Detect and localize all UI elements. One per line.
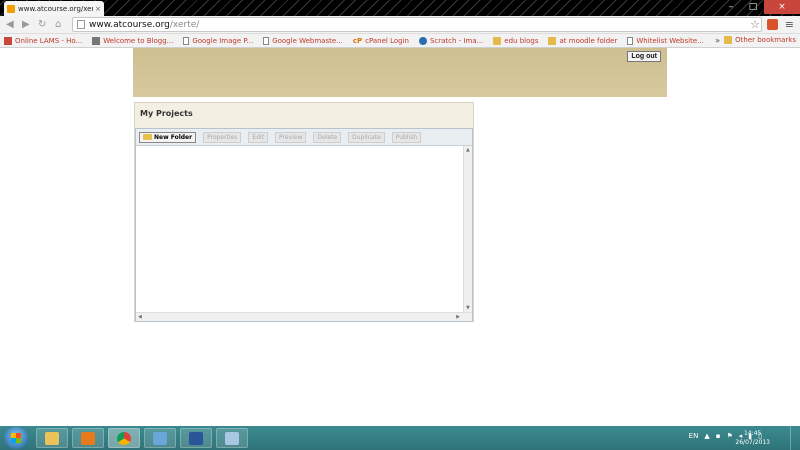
- new-folder-label: New Folder: [154, 133, 193, 141]
- other-bookmarks[interactable]: Other bookmarks: [724, 36, 796, 44]
- edit-button[interactable]: Edit: [248, 131, 269, 143]
- vertical-scrollbar[interactable]: ▲ ▼: [463, 146, 472, 312]
- window-controls: – □ ×: [720, 0, 800, 16]
- bookmark-label: edu blogs: [504, 36, 539, 45]
- browser-tab[interactable]: www.atcourse.org/xerte/ ×: [4, 1, 104, 16]
- page-header-band: Log out: [133, 48, 667, 97]
- computer-icon: [153, 432, 167, 445]
- home-icon[interactable]: ⌂: [55, 19, 61, 30]
- page-icon: [183, 36, 190, 45]
- scratch-icon: [418, 36, 427, 45]
- properties-button[interactable]: Properties: [203, 131, 242, 143]
- horizontal-scrollbar[interactable]: ◀ ▶: [136, 312, 472, 321]
- folder-icon: [493, 36, 502, 45]
- taskbar-explorer[interactable]: [36, 428, 68, 448]
- maximize-icon[interactable]: □: [742, 0, 764, 14]
- minimize-icon[interactable]: –: [720, 0, 742, 14]
- bookmark-folder[interactable]: at moodle folder: [548, 36, 618, 45]
- url-host: www.atcourse.org: [89, 19, 170, 30]
- bookmarks-bar: Online LAMS - Ho... Welcome to Blogg... …: [0, 34, 800, 48]
- taskbar-chrome[interactable]: [108, 428, 140, 448]
- bookmark-label: cPanel Login: [365, 36, 409, 45]
- tray-app-icon[interactable]: ▪: [716, 432, 721, 440]
- word-icon: [189, 432, 203, 445]
- bookmark-item[interactable]: Scratch - Ima...: [418, 36, 484, 45]
- clock-time: 14:45: [744, 430, 762, 437]
- bookmark-item[interactable]: Google Webmaste...: [263, 36, 343, 45]
- taskbar-word[interactable]: [180, 428, 212, 448]
- bookmark-item[interactable]: cP cPanel Login: [353, 37, 409, 45]
- projects-panel: My Projects New Folder Properties Edit P…: [134, 102, 474, 322]
- bookmark-label: Welcome to Blogg...: [103, 36, 174, 45]
- url-path: /xerte/: [169, 19, 200, 30]
- close-window-icon[interactable]: ×: [764, 0, 800, 14]
- bookmark-item[interactable]: Whitelist Website...: [627, 36, 704, 45]
- flag-icon[interactable]: ⚑: [726, 432, 732, 440]
- address-bar[interactable]: www.atcourse.org/xerte/: [72, 17, 762, 32]
- browser-tab-strip: www.atcourse.org/xerte/ × – □ ×: [0, 0, 800, 16]
- scroll-up-icon[interactable]: ▲: [466, 147, 470, 153]
- page-icon: [627, 36, 634, 45]
- taskbar-media-player[interactable]: [72, 428, 104, 448]
- page-icon: [263, 36, 270, 45]
- bookmark-label: Google Image P...: [192, 36, 254, 45]
- bookmark-icon: [4, 36, 12, 45]
- forward-arrow-icon[interactable]: ▶: [22, 19, 30, 30]
- extension-icon[interactable]: [767, 19, 778, 30]
- folder-icon: [724, 36, 733, 44]
- bookmark-item[interactable]: Online LAMS - Ho...: [4, 36, 83, 45]
- windows-taskbar: EN ▲ ▪ ⚑ ◂ ▮ ▯ 14:45 26/07/2013: [0, 426, 800, 450]
- folder-icon: [548, 36, 557, 45]
- delete-button[interactable]: Delete: [313, 131, 342, 143]
- windows-logo-icon: [11, 433, 21, 443]
- bookmark-label: Google Webmaste...: [272, 36, 343, 45]
- page-icon: [77, 20, 85, 29]
- tray-overflow-icon[interactable]: ▲: [704, 432, 709, 440]
- media-play-icon: [81, 432, 95, 445]
- bookmark-label: Online LAMS - Ho...: [15, 36, 83, 45]
- scroll-right-icon[interactable]: ▶: [456, 314, 460, 320]
- browser-toolbar: ◀ ▶ ↻ ⌂ www.atcourse.org/xerte/ ☆ ≡: [0, 16, 800, 34]
- bookmark-label: at moodle folder: [559, 36, 618, 45]
- chrome-icon: [117, 432, 131, 445]
- projects-title: My Projects: [140, 109, 193, 118]
- taskbar-network-app[interactable]: [144, 428, 176, 448]
- logout-button[interactable]: Log out: [627, 51, 661, 62]
- duplicate-button[interactable]: Duplicate: [348, 131, 385, 143]
- clock-date: 26/07/2013: [735, 439, 770, 446]
- projects-toolbar: New Folder Properties Edit Preview Delet…: [136, 129, 472, 146]
- publish-button[interactable]: Publish: [391, 131, 422, 143]
- folder-icon: [45, 432, 59, 445]
- back-arrow-icon[interactable]: ◀: [6, 19, 14, 30]
- bookmark-icon: [92, 36, 101, 45]
- favicon-icon: [7, 4, 15, 13]
- folder-icon: [143, 134, 152, 140]
- language-indicator[interactable]: EN: [689, 432, 699, 440]
- preview-button[interactable]: Preview: [275, 131, 307, 143]
- taskbar-app[interactable]: [216, 428, 248, 448]
- window-icon: [225, 432, 239, 445]
- bookmark-folder[interactable]: edu blogs: [493, 36, 539, 45]
- bookmark-label: Scratch - Ima...: [429, 36, 484, 45]
- show-desktop-button[interactable]: [790, 426, 800, 450]
- scroll-down-icon[interactable]: ▼: [466, 305, 470, 311]
- start-button[interactable]: [4, 427, 28, 449]
- bookmark-label: Whitelist Website...: [636, 36, 704, 45]
- new-folder-button[interactable]: New Folder: [139, 131, 197, 143]
- browser-menu-icon[interactable]: ≡: [785, 18, 794, 31]
- tab-title: www.atcourse.org/xerte/: [18, 4, 94, 13]
- bookmarks-overflow-icon[interactable]: »: [715, 36, 720, 45]
- projects-list-box: New Folder Properties Edit Preview Delet…: [135, 128, 473, 322]
- tab-close-icon[interactable]: ×: [95, 5, 101, 13]
- bookmark-star-icon[interactable]: ☆: [750, 18, 760, 31]
- bookmark-item[interactable]: Welcome to Blogg...: [92, 36, 174, 45]
- reload-icon[interactable]: ↻: [38, 19, 46, 30]
- cpanel-icon: cP: [352, 36, 363, 45]
- bookmark-item[interactable]: Google Image P...: [183, 36, 254, 45]
- scroll-left-icon[interactable]: ◀: [138, 314, 142, 320]
- clock[interactable]: 14:45 26/07/2013: [735, 429, 770, 447]
- other-bookmarks-label: Other bookmarks: [735, 36, 796, 44]
